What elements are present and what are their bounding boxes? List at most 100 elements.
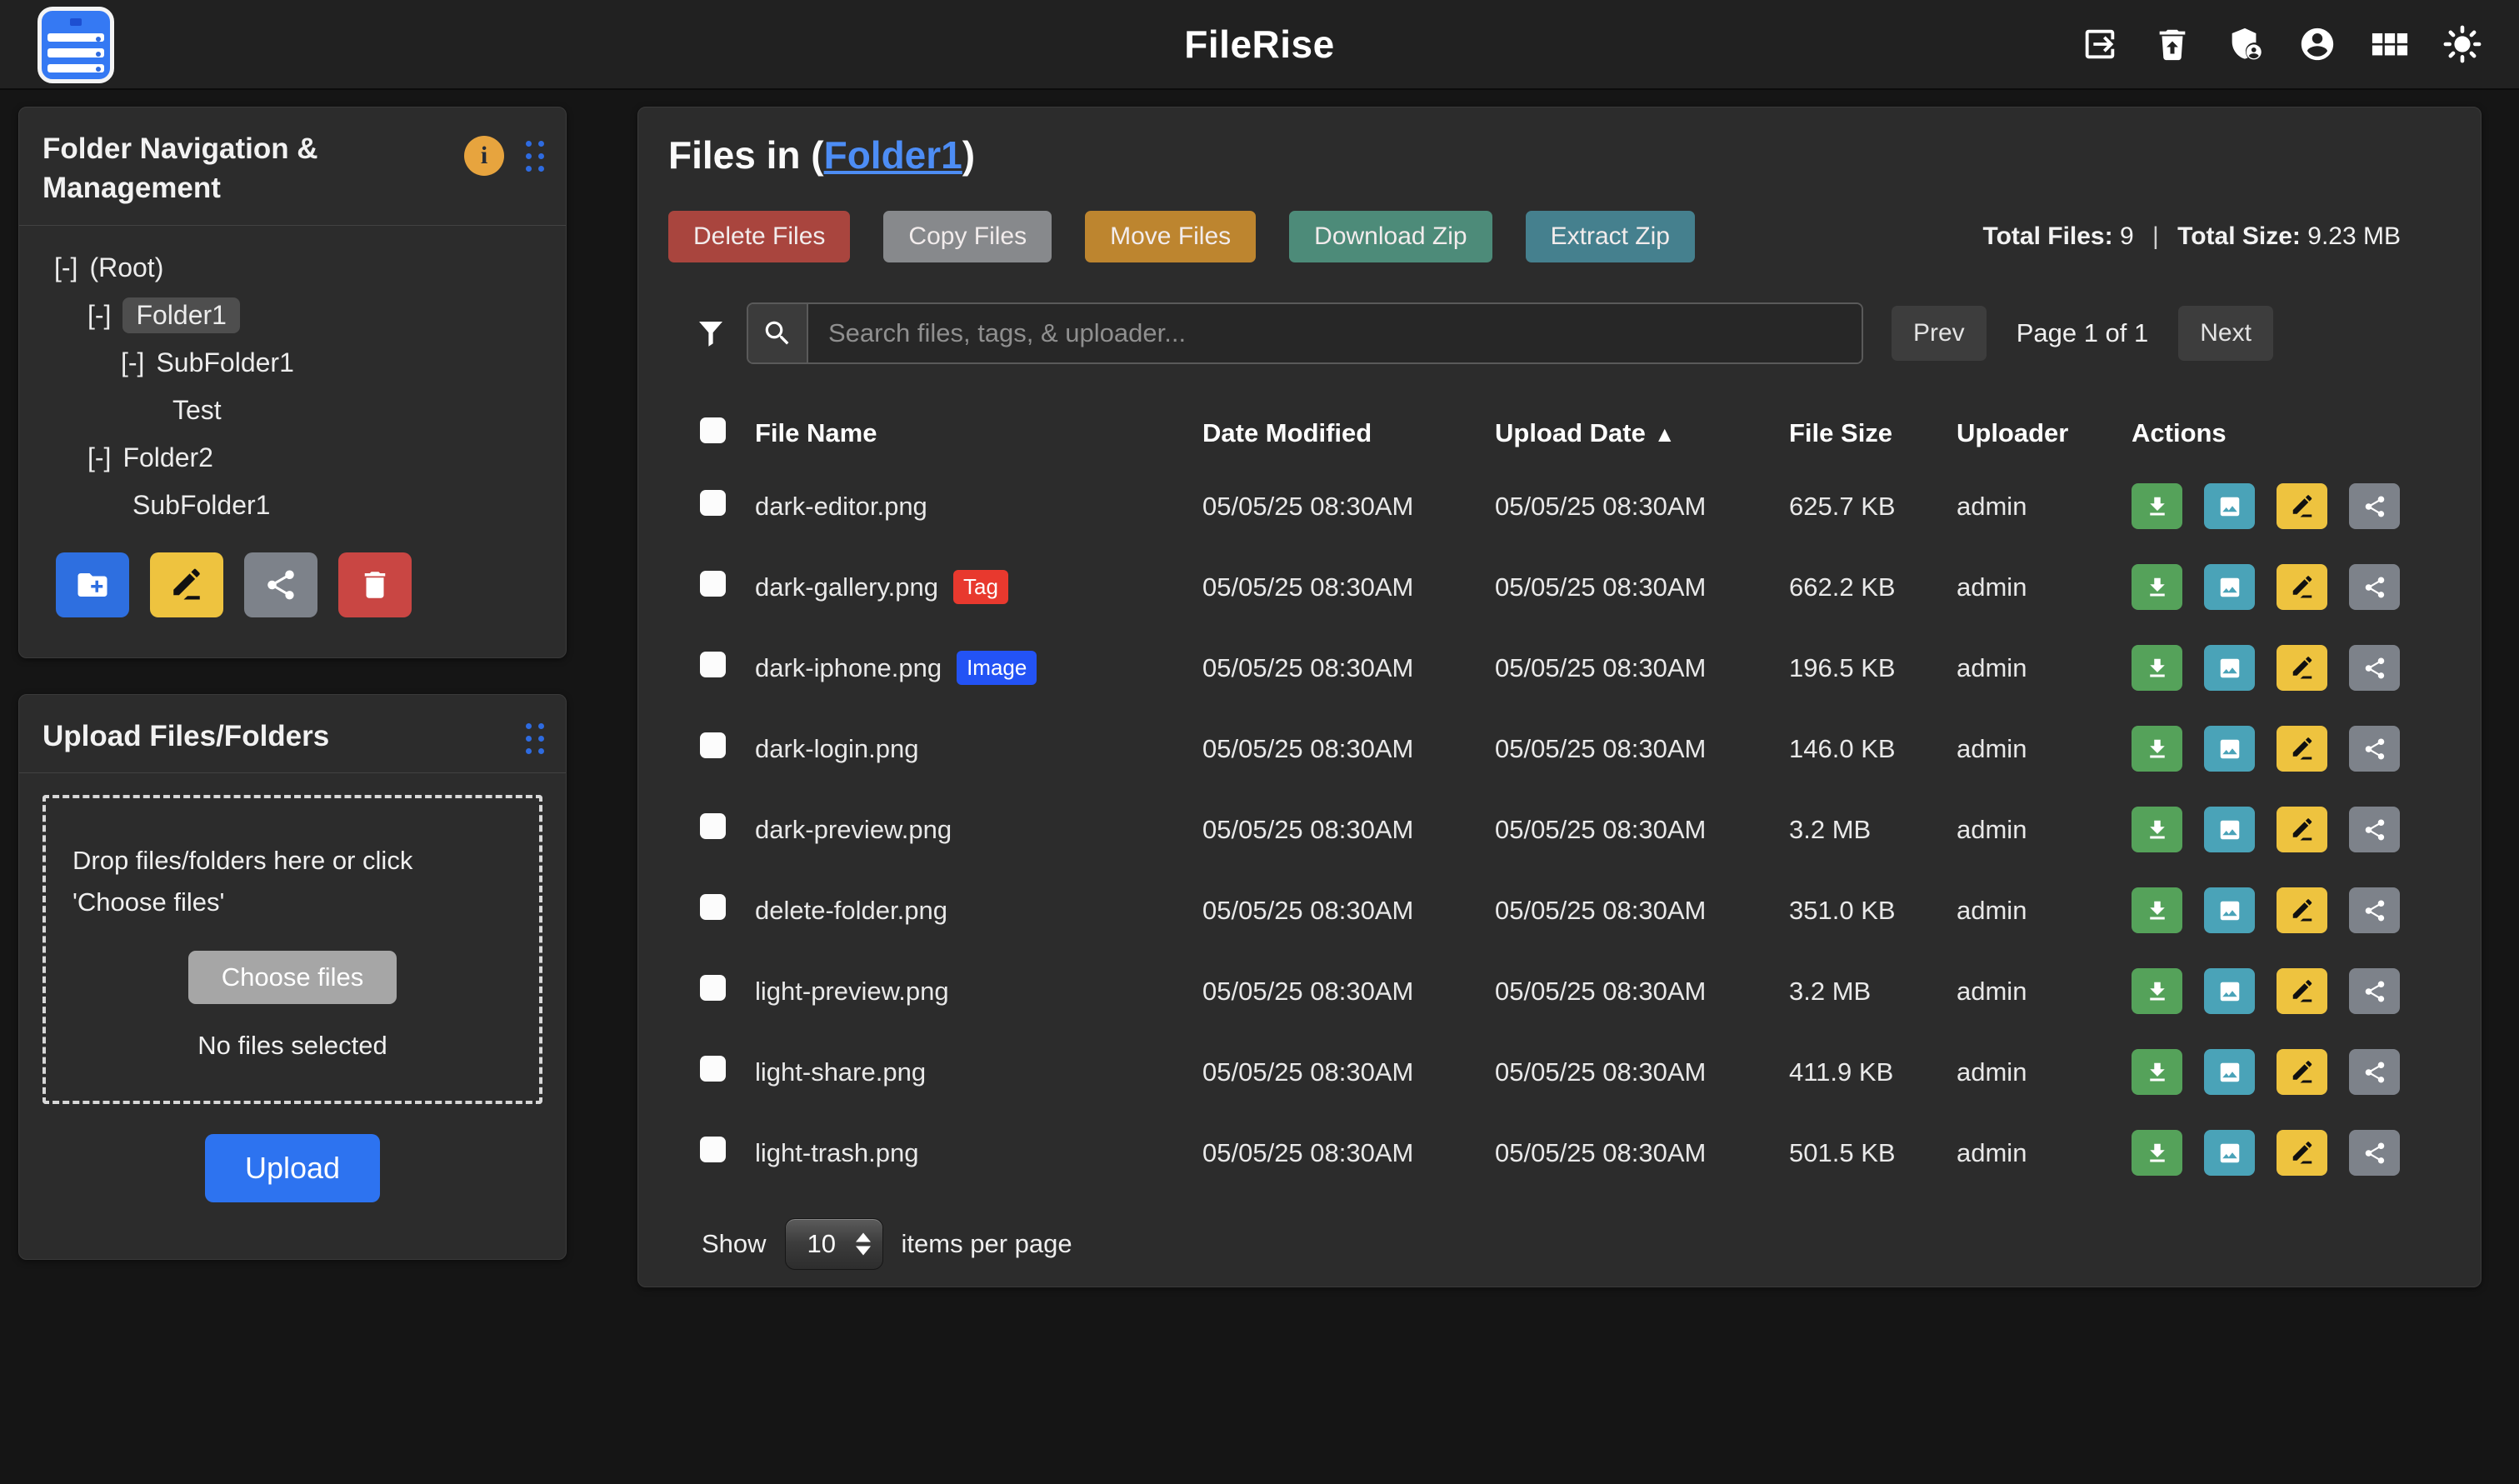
share-file-button[interactable] (2349, 887, 2400, 933)
prev-page-button[interactable]: Prev (1892, 306, 1987, 361)
edit-file-button[interactable] (2277, 1130, 2327, 1176)
row-checkbox[interactable] (700, 571, 726, 597)
row-checkbox[interactable] (700, 813, 726, 839)
download-button[interactable] (2132, 887, 2182, 933)
copy-files-button[interactable]: Copy Files (883, 211, 1052, 262)
delete-folder-button[interactable] (338, 552, 412, 617)
preview-image-button[interactable] (2204, 1130, 2255, 1176)
spinner-arrows-icon[interactable] (856, 1233, 871, 1256)
file-dropzone[interactable]: Drop files/folders here or click 'Choose… (42, 795, 542, 1104)
search-input[interactable] (808, 304, 1862, 362)
file-name[interactable]: delete-folder.png (755, 896, 947, 926)
items-per-page-select[interactable]: 10 (785, 1218, 883, 1270)
file-name[interactable]: light-trash.png (755, 1138, 918, 1168)
folder-tree-item[interactable]: Test (36, 387, 549, 434)
apps-grid-icon[interactable] (2370, 24, 2410, 64)
download-button[interactable] (2132, 564, 2182, 610)
edit-file-button[interactable] (2277, 564, 2327, 610)
folder-tree-item[interactable]: [-] Folder1 (36, 292, 549, 339)
share-file-button[interactable] (2349, 483, 2400, 529)
create-folder-button[interactable] (56, 552, 129, 617)
download-button[interactable] (2132, 483, 2182, 529)
folder-tree-item[interactable]: [-] Folder2 (36, 434, 549, 482)
upload-button[interactable]: Upload (205, 1134, 380, 1202)
preview-image-button[interactable] (2204, 645, 2255, 691)
tree-toggle[interactable]: [-] (87, 300, 111, 331)
extract-zip-button[interactable]: Extract Zip (1526, 211, 1695, 262)
download-button[interactable] (2132, 1130, 2182, 1176)
current-folder-link[interactable]: Folder1 (824, 133, 962, 177)
row-checkbox[interactable] (700, 894, 726, 920)
edit-file-button[interactable] (2277, 726, 2327, 772)
share-file-button[interactable] (2349, 645, 2400, 691)
folder-tree-item[interactable]: SubFolder1 (36, 482, 549, 529)
exit-icon[interactable] (2080, 24, 2120, 64)
col-file-name[interactable]: File Name (755, 418, 1202, 448)
preview-image-button[interactable] (2204, 968, 2255, 1014)
drag-handle-icon[interactable] (526, 141, 544, 172)
tree-toggle[interactable]: [-] (87, 442, 111, 473)
folder-name-label[interactable]: (Root) (89, 252, 163, 283)
preview-image-button[interactable] (2204, 1049, 2255, 1095)
trash-restore-icon[interactable] (2152, 24, 2192, 64)
row-checkbox[interactable] (700, 1056, 726, 1082)
share-file-button[interactable] (2349, 726, 2400, 772)
rename-folder-button[interactable] (150, 552, 223, 617)
file-name[interactable]: light-preview.png (755, 977, 949, 1007)
preview-image-button[interactable] (2204, 807, 2255, 852)
edit-file-button[interactable] (2277, 887, 2327, 933)
folder-name-label[interactable]: SubFolder1 (132, 490, 270, 521)
share-file-button[interactable] (2349, 807, 2400, 852)
admin-shield-icon[interactable] (2225, 24, 2265, 64)
tree-toggle[interactable]: [-] (121, 347, 144, 378)
select-all-checkbox[interactable] (700, 417, 726, 443)
folder-tree-item[interactable]: [-] (Root) (36, 244, 549, 292)
file-tag-badge[interactable]: Image (957, 651, 1037, 685)
row-checkbox[interactable] (700, 1137, 726, 1162)
file-name[interactable]: dark-editor.png (755, 492, 927, 522)
folder-name-label[interactable]: SubFolder1 (156, 347, 293, 378)
sort-ascending-icon[interactable]: ▲ (1654, 422, 1676, 447)
preview-image-button[interactable] (2204, 726, 2255, 772)
edit-file-button[interactable] (2277, 645, 2327, 691)
filerise-logo-icon[interactable] (37, 7, 114, 83)
col-date-modified[interactable]: Date Modified (1202, 418, 1495, 448)
filter-icon[interactable] (693, 316, 728, 351)
choose-files-button[interactable]: Choose files (188, 951, 397, 1004)
download-zip-button[interactable]: Download Zip (1289, 211, 1492, 262)
next-page-button[interactable]: Next (2178, 306, 2273, 361)
folder-name-label[interactable]: Folder2 (122, 442, 213, 473)
share-file-button[interactable] (2349, 564, 2400, 610)
download-button[interactable] (2132, 1049, 2182, 1095)
download-button[interactable] (2132, 726, 2182, 772)
folder-name-label[interactable]: Test (172, 395, 222, 426)
file-name[interactable]: dark-gallery.png (755, 572, 938, 602)
edit-file-button[interactable] (2277, 968, 2327, 1014)
share-file-button[interactable] (2349, 1130, 2400, 1176)
download-button[interactable] (2132, 645, 2182, 691)
light-mode-sun-icon[interactable] (2442, 24, 2482, 64)
info-icon[interactable]: i (464, 136, 504, 176)
edit-file-button[interactable] (2277, 483, 2327, 529)
download-button[interactable] (2132, 807, 2182, 852)
search-icon[interactable] (748, 304, 808, 362)
row-checkbox[interactable] (700, 975, 726, 1001)
preview-image-button[interactable] (2204, 887, 2255, 933)
file-tag-badge[interactable]: Tag (953, 570, 1008, 604)
col-file-size[interactable]: File Size (1789, 418, 1957, 448)
col-uploader[interactable]: Uploader (1957, 418, 2132, 448)
delete-files-button[interactable]: Delete Files (668, 211, 850, 262)
download-button[interactable] (2132, 968, 2182, 1014)
share-file-button[interactable] (2349, 1049, 2400, 1095)
col-upload-date[interactable]: Upload Date▲ (1495, 418, 1789, 448)
preview-image-button[interactable] (2204, 483, 2255, 529)
edit-file-button[interactable] (2277, 1049, 2327, 1095)
move-files-button[interactable]: Move Files (1085, 211, 1256, 262)
row-checkbox[interactable] (700, 732, 726, 758)
share-file-button[interactable] (2349, 968, 2400, 1014)
drag-handle-icon[interactable] (526, 723, 544, 754)
folder-tree-item[interactable]: [-] SubFolder1 (36, 339, 549, 387)
tree-toggle[interactable]: [-] (54, 252, 77, 283)
edit-file-button[interactable] (2277, 807, 2327, 852)
folder-name-label[interactable]: Folder1 (122, 297, 240, 333)
